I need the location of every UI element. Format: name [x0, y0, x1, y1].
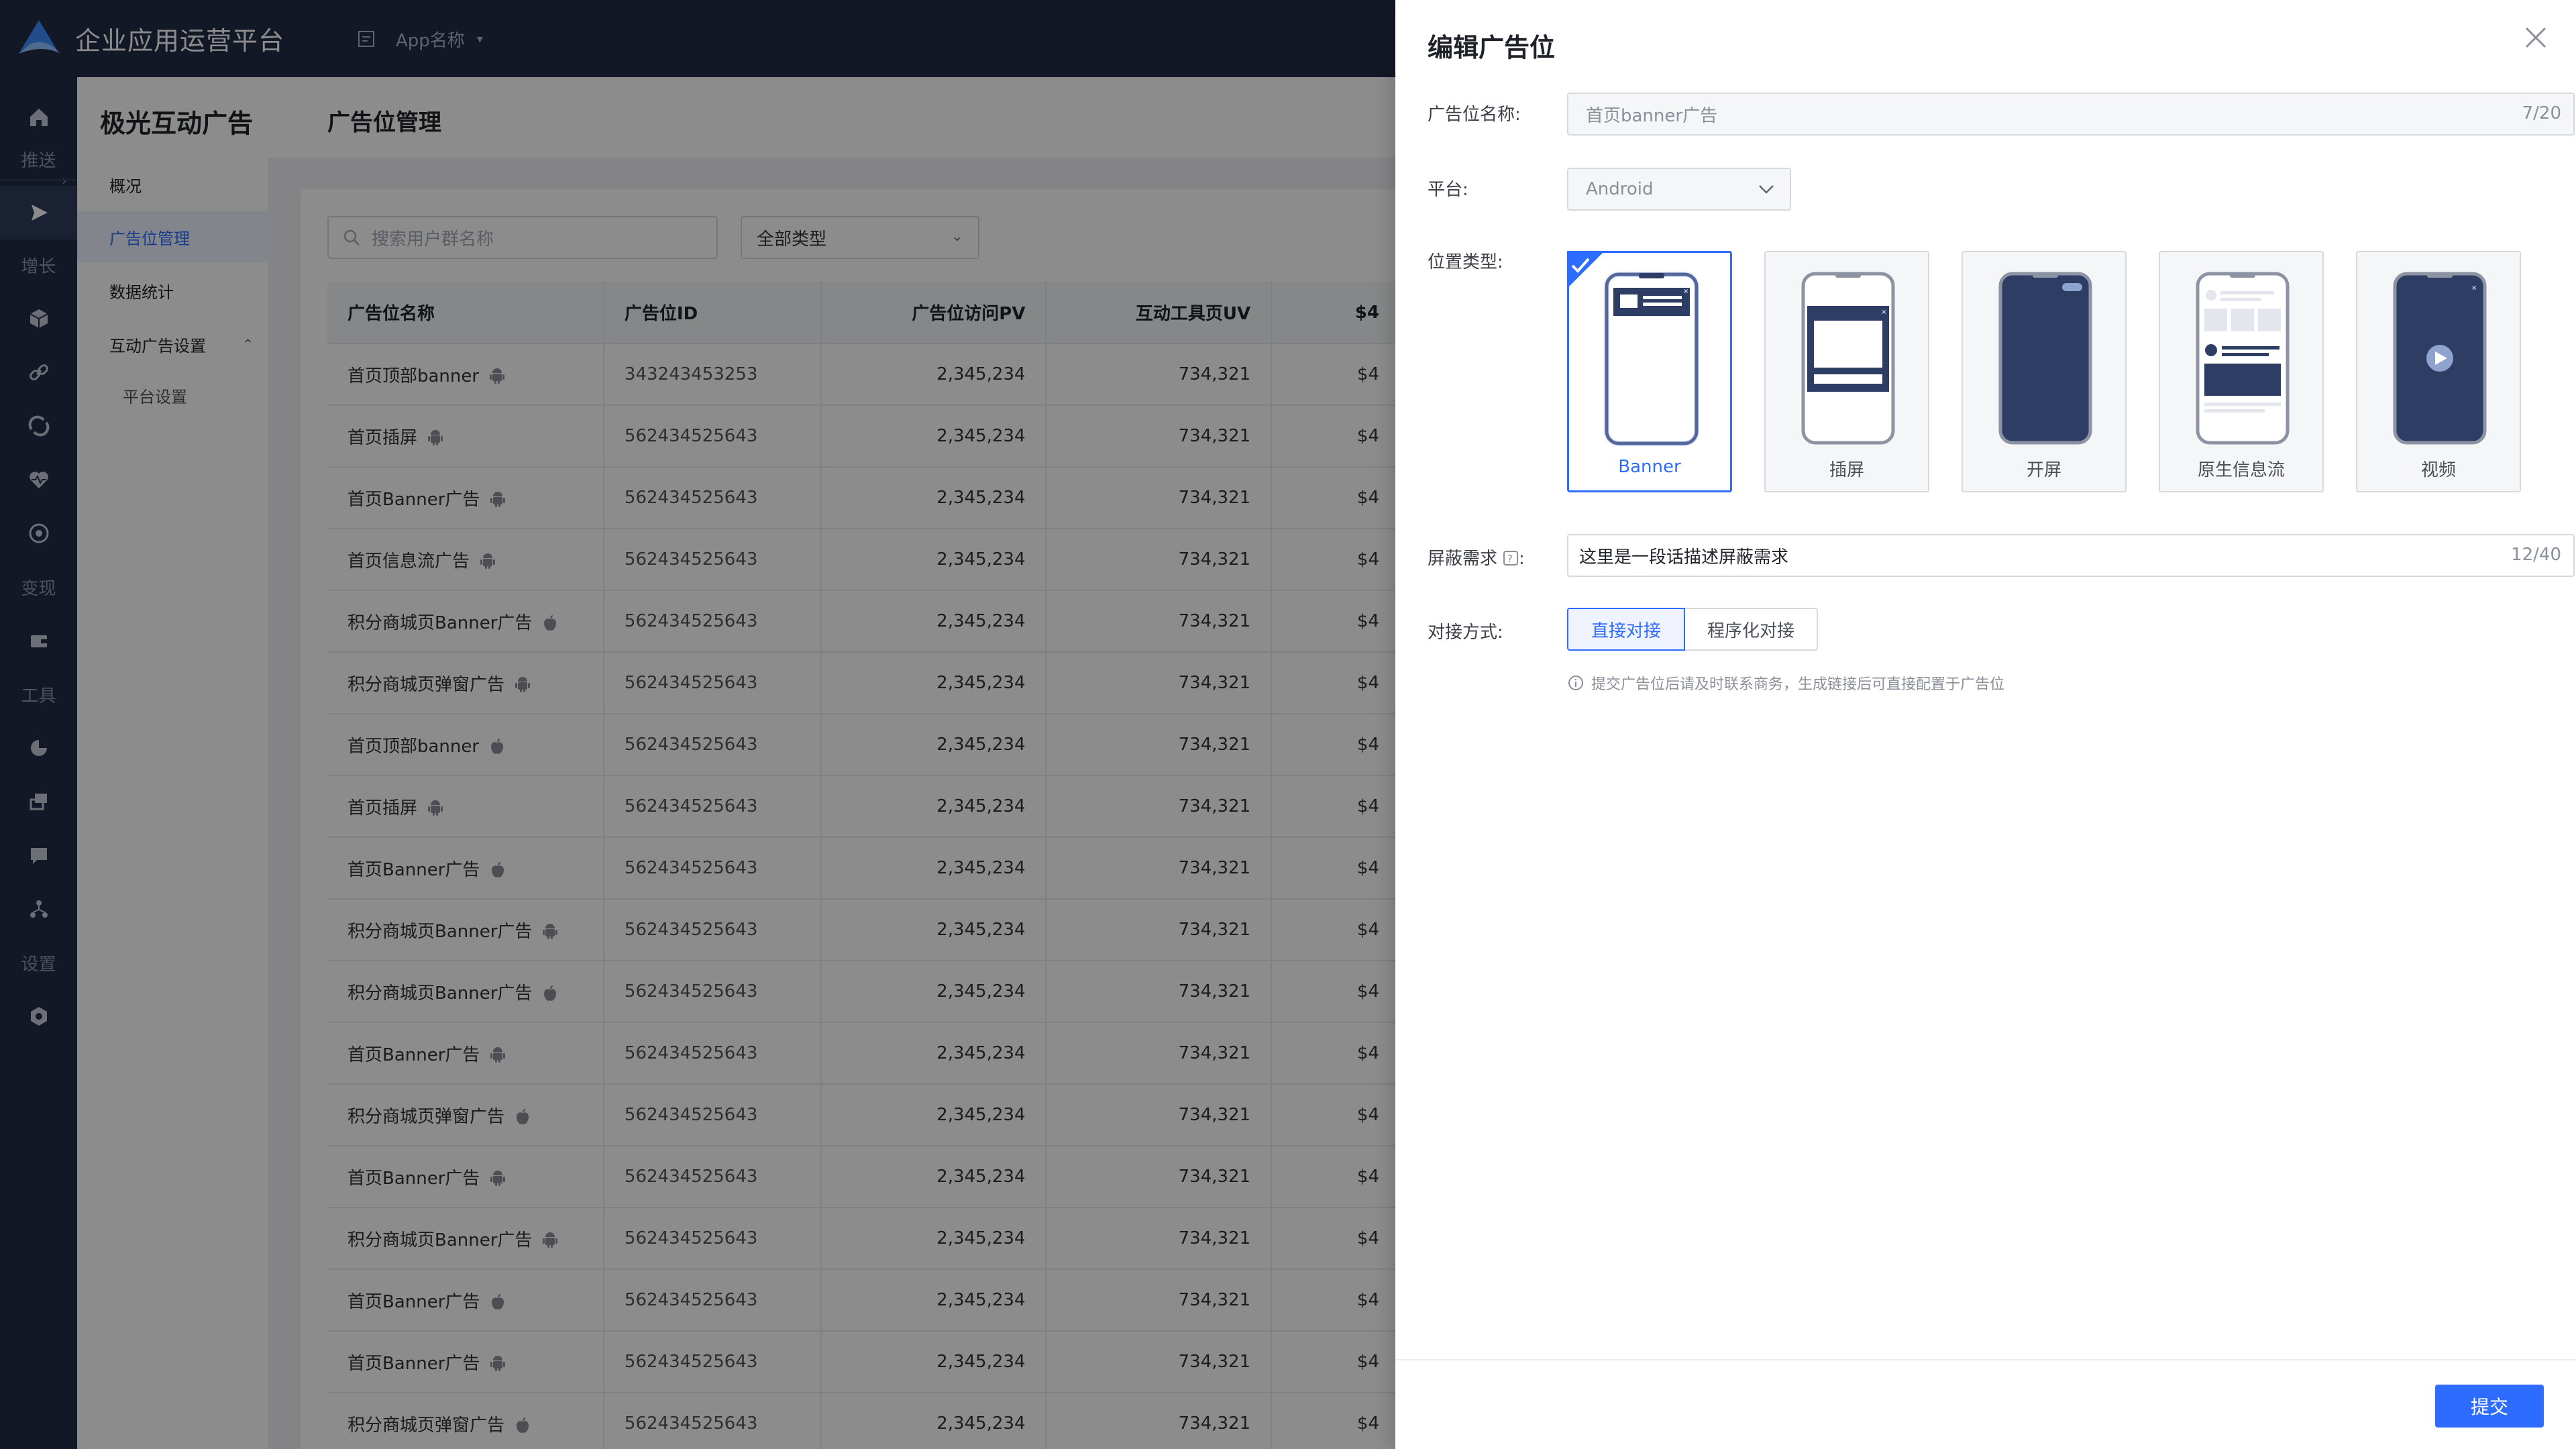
svg-text:×: ×	[1683, 288, 1688, 295]
ad-slot-name-label: 广告位名称:	[1428, 105, 1521, 125]
position-card-label: 视频	[2420, 460, 2456, 480]
position-card-label: 插屏	[1829, 460, 1864, 480]
help-icon[interactable]: ?	[1503, 550, 1519, 566]
close-button[interactable]	[2521, 23, 2551, 52]
position-card-interstitial[interactable]: × 插屏	[1764, 251, 1929, 492]
connect-hint-text: 提交广告位后请及时联系商务，生成链接后可直接配置于广告位	[1591, 676, 2005, 693]
drawer-footer-divider	[1395, 1359, 2576, 1360]
position-card-native-feed[interactable]: 原生信息流	[2159, 251, 2324, 492]
position-card-label: Banner	[1618, 457, 1681, 477]
connect-option-programmatic[interactable]: 程序化对接	[1684, 608, 1818, 651]
interstitial-phone-icon: ×	[1801, 272, 1895, 445]
ad-slot-name-count: 7/20	[2522, 103, 2561, 123]
connect-hint: 提交广告位后请及时联系商务，生成链接后可直接配置于广告位	[1567, 672, 2004, 694]
position-card-label: 开屏	[2026, 460, 2061, 480]
ad-slot-name-field[interactable]: 首页banner广告 7/20	[1567, 93, 2575, 136]
position-card-label: 原生信息流	[2197, 460, 2285, 480]
chevron-down-icon	[1759, 185, 1774, 194]
platform-value: Android	[1586, 179, 1654, 199]
video-phone-icon: ×	[2393, 272, 2487, 445]
submit-button[interactable]: 提交	[2435, 1385, 2544, 1428]
modal-overlay[interactable]	[0, 0, 1395, 1449]
splash-phone-icon	[1998, 272, 2092, 445]
selected-check-icon	[1567, 251, 1605, 288]
ad-slot-name-value: 首页banner广告	[1586, 105, 1718, 126]
platform-select[interactable]: Android	[1567, 168, 1791, 211]
svg-text:×: ×	[2471, 284, 2477, 292]
shield-requirement-label: 屏蔽需求?:	[1428, 549, 1525, 569]
platform-label: 平台:	[1428, 180, 1468, 200]
shield-requirement-value: 这里是一段话描述屏蔽需求	[1579, 547, 1789, 568]
position-card-banner[interactable]: × Banner	[1567, 251, 1732, 492]
info-icon	[1568, 676, 1583, 690]
shield-requirement-field[interactable]: 这里是一段话描述屏蔽需求 12/40	[1567, 534, 2575, 577]
connect-method-label: 对接方式:	[1428, 623, 1503, 643]
drawer-title: 编辑广告位	[1428, 33, 1556, 62]
connect-option-direct[interactable]: 直接对接	[1567, 608, 1685, 651]
edit-ad-slot-drawer: 编辑广告位 广告位名称: 首页banner广告 7/20 平台: Android…	[1395, 0, 2576, 1449]
native-feed-phone-icon	[2196, 272, 2290, 445]
position-type-label: 位置类型:	[1428, 252, 1503, 272]
svg-text:?: ?	[1507, 553, 1513, 565]
close-icon	[2525, 27, 2546, 48]
svg-text:×: ×	[1881, 309, 1886, 316]
shield-requirement-count: 12/40	[2511, 545, 2561, 565]
position-card-video[interactable]: × 视频	[2356, 251, 2521, 492]
position-card-splash[interactable]: 开屏	[1962, 251, 2127, 492]
banner-phone-icon: ×	[1604, 272, 1699, 446]
